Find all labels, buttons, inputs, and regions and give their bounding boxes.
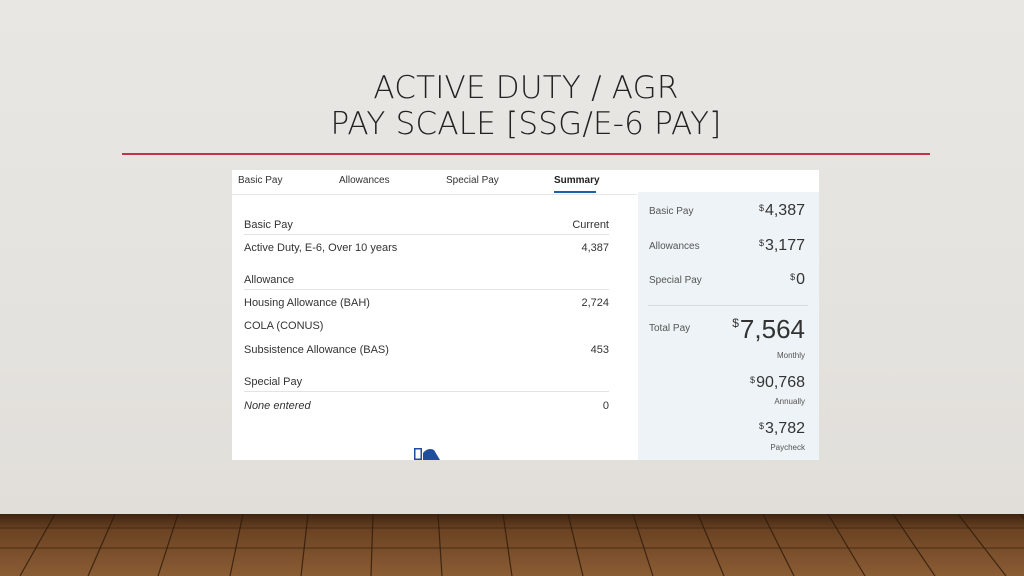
basic-pay-header-row: Basic Pay Current: [244, 216, 609, 235]
summary-total-pay-amount: $7,564: [732, 314, 805, 344]
current-header: Current: [572, 219, 609, 231]
tab-special-pay[interactable]: Special Pay: [446, 175, 499, 186]
allowance-header: Allowance: [244, 274, 295, 286]
summary-divider: [648, 305, 808, 306]
tab-bar: Basic Pay Allowances Special Pay Summary: [232, 170, 637, 195]
slide-title-line-1: ACTIVE DUTY / AGR: [373, 70, 679, 106]
special-pay-header: Special Pay: [244, 376, 303, 388]
summary-basic-pay-label: Basic Pay: [649, 206, 694, 217]
cola-row: COLA (CONUS): [244, 317, 609, 335]
tab-basic-pay[interactable]: Basic Pay: [238, 175, 282, 186]
special-pay-header-row: Special Pay: [244, 373, 609, 392]
tab-summary[interactable]: Summary: [554, 175, 600, 186]
summary-paycheck-label: Paycheck: [770, 443, 805, 452]
bas-label: Subsistence Allowance (BAS): [244, 344, 389, 356]
summary-paycheck-amount: $3,782: [758, 420, 805, 437]
bas-value: 453: [590, 344, 609, 356]
basic-pay-row-value: 4,387: [581, 242, 609, 254]
basic-pay-header: Basic Pay: [244, 219, 293, 231]
allowance-header-row: Allowance: [244, 271, 609, 290]
summary-special-pay-amount: $0: [790, 271, 805, 288]
pay-calculator-screenshot: Basic Pay Allowances Special Pay Summary…: [232, 170, 819, 460]
summary-annual-label: Annually: [774, 397, 805, 406]
basic-pay-row: Active Duty, E-6, Over 10 years 4,387: [244, 239, 609, 257]
summary-allowances-label: Allowances: [649, 241, 700, 252]
none-entered-label: None entered: [244, 400, 311, 412]
bas-row: Subsistence Allowance (BAS) 453: [244, 341, 609, 359]
cola-label: COLA (CONUS): [244, 320, 324, 332]
basic-pay-row-label: Active Duty, E-6, Over 10 years: [244, 242, 398, 254]
title-divider: [122, 153, 930, 155]
slide-title-line-2: PAY SCALE [SSG/E-6 PAY]: [330, 106, 722, 142]
summary-special-pay-label: Special Pay: [649, 275, 702, 286]
summary-allowances-amount: $3,177: [758, 237, 805, 254]
summary-basic-pay-amount: $4,387: [758, 202, 805, 219]
summary-total-pay-label: Total Pay: [649, 323, 691, 334]
none-entered-value: 0: [602, 400, 609, 412]
tab-allowances[interactable]: Allowances: [339, 175, 390, 186]
summary-monthly-label: Monthly: [776, 351, 805, 360]
bah-value: 2,724: [581, 297, 609, 309]
bah-label: Housing Allowance (BAH): [244, 297, 370, 309]
none-entered-row: None entered 0: [244, 397, 609, 415]
wood-floor-background: [0, 514, 1024, 576]
summary-panel: Basic Pay $4,387 Allowances $3,177 Speci…: [638, 192, 819, 460]
bah-row: Housing Allowance (BAH) 2,724: [244, 294, 609, 312]
summary-annual-amount: $90,768: [750, 374, 805, 391]
site-logo-icon: [414, 448, 440, 460]
slide-title: ACTIVE DUTY / AGR PAY SCALE [SSG/E-6 PAY…: [122, 70, 930, 142]
active-tab-indicator: [554, 191, 596, 193]
